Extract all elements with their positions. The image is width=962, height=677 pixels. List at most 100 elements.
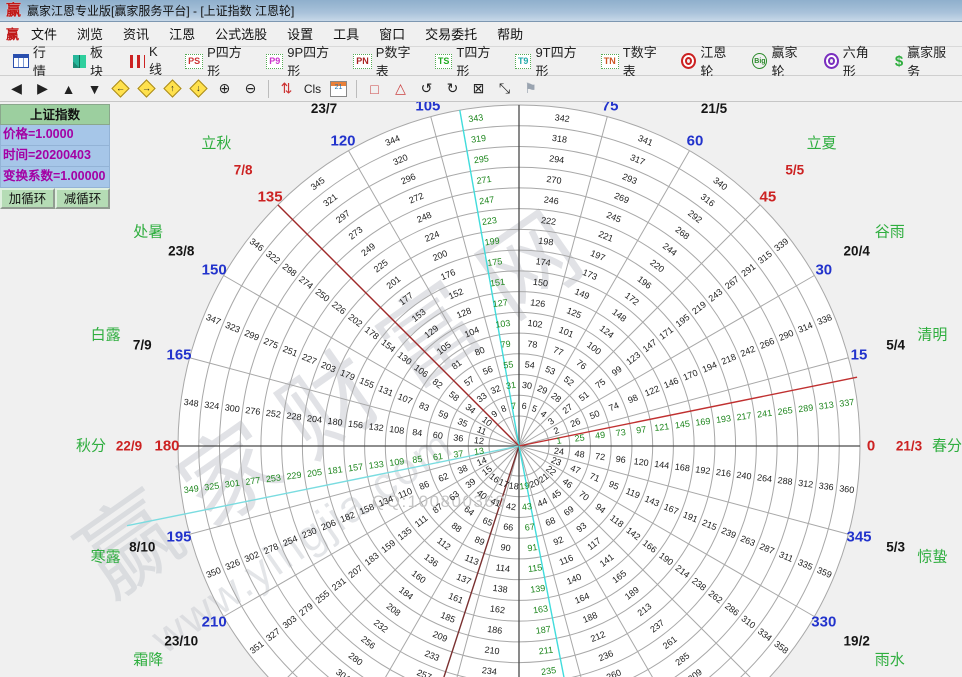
wheel-angle-label-180: 180 [154,438,179,455]
pan-left-button[interactable]: ← [108,78,133,100]
svg-text:360: 360 [839,483,855,495]
gann-wheel-icon [681,53,696,69]
svg-text:79: 79 [500,339,511,350]
square-tool-button[interactable]: □ [362,78,387,100]
svg-text:264: 264 [756,472,772,484]
wheel-angle-label-120: 120 [330,133,355,150]
nav-down-icon: ▼ [88,81,102,97]
svg-text:193: 193 [715,413,731,425]
svg-text:90: 90 [500,542,511,553]
triangle-tool-button[interactable]: △ [388,78,413,100]
fit-view-button[interactable]: ⤡ [492,78,517,100]
calendar-button[interactable]: 21 [326,78,351,100]
svg-text:43: 43 [521,501,532,512]
svg-text:37: 37 [453,448,464,459]
9t-square-label: 9T四方形 [535,42,584,80]
rotate-cw-button[interactable]: ↻ [440,78,465,100]
rotate-ccw-button[interactable]: ↺ [414,78,439,100]
symbol-info-panel: 上证指数 价格=1.0000 时间=20200403 变换系数=1.00000 … [0,104,110,209]
remove-cycle-button[interactable]: 减循环 [55,188,110,209]
time-value: 时间=20200403 [0,146,110,167]
9p-square-label: 9P四方形 [287,42,337,80]
pan-up-button[interactable]: ↑ [160,78,185,100]
updown-arrows-button[interactable]: ⇅ [274,78,299,100]
nav-up-button[interactable]: ▲ [56,78,81,100]
svg-text:265: 265 [777,405,793,417]
wheel-date-label-345: 5/3 [886,539,905,554]
sectors-label: 板块 [90,42,114,80]
pan-left-icon: ← [111,79,129,97]
svg-text:246: 246 [543,194,559,206]
svg-text:133: 133 [368,459,384,471]
p-square-label: P四方形 [207,42,250,80]
zoom-in-button[interactable]: ⊕ [212,78,237,100]
wheel-angle-label-345: 345 [846,529,871,546]
wheel-angle-label-150: 150 [202,262,227,279]
nav-right-button[interactable]: ▶ [30,78,55,100]
svg-text:211: 211 [538,645,554,657]
quotes-label: 行情 [33,42,57,80]
pan-down-button[interactable]: ↓ [186,78,211,100]
wheel-term-label-150: 处暑 [133,224,163,241]
svg-text:138: 138 [492,583,508,595]
svg-text:342: 342 [554,112,570,124]
svg-text:24: 24 [553,446,564,457]
pan-right-icon: → [137,79,155,97]
winner-wheel-label: 赢家轮 [771,42,807,80]
svg-text:228: 228 [286,410,302,422]
svg-text:114: 114 [495,562,511,574]
maximize-button[interactable]: ⊠ [466,78,491,100]
svg-text:253: 253 [265,472,281,484]
updown-arrows-icon: ⇅ [281,80,293,97]
svg-text:349: 349 [183,483,199,495]
wheel-date-label-210: 23/10 [164,634,198,649]
table-icon [13,54,29,68]
wheel-date-label-15: 5/4 [886,338,905,353]
svg-text:55: 55 [503,359,514,370]
zoom-in-icon: ⊕ [219,80,231,97]
wheel-term-label-165: 白露 [91,327,121,344]
window-title: 赢家江恩专业版[赢家服务平台] - [上证指数 江恩轮] [27,2,294,19]
flag-button[interactable]: ⚑ [518,78,543,100]
svg-text:120: 120 [633,456,649,468]
main-toolbar: 行情板块K线PSP四方形P99P四方形PNP数字表TST四方形T99T四方形TN… [0,47,962,76]
svg-text:187: 187 [535,624,551,636]
wheel-term-label-180: 秋分 [76,438,106,455]
triangle-tool-icon: △ [395,80,406,97]
wheel-angle-label-30: 30 [815,262,832,279]
wheel-date-label-45: 5/5 [785,163,804,178]
add-cycle-button[interactable]: 加循环 [0,188,55,209]
toolbar-button-kline[interactable]: K线 [123,41,176,81]
wheel-date-label-120: 23/7 [311,101,337,116]
svg-text:319: 319 [470,133,486,145]
wheel-date-label-195: 8/10 [129,539,155,554]
calendar-icon: 21 [330,81,347,97]
nav-down-button[interactable]: ▼ [82,78,107,100]
wheel-term-label-210: 霜降 [133,652,163,669]
nav-left-button[interactable]: ◀ [4,78,29,100]
svg-text:162: 162 [489,603,505,615]
svg-text:18: 18 [508,480,519,491]
svg-text:270: 270 [546,174,562,186]
svg-text:343: 343 [468,112,484,124]
zoom-out-button[interactable]: ⊖ [238,78,263,100]
cls-button[interactable]: Cls [300,78,325,100]
svg-text:336: 336 [818,481,834,493]
svg-text:229: 229 [286,470,302,482]
wheel-angle-label-165: 165 [166,346,191,363]
svg-text:12: 12 [473,435,484,446]
svg-text:73: 73 [615,427,626,438]
svg-text:163: 163 [532,603,548,615]
svg-text:36: 36 [453,432,464,443]
wheel-angle-label-195: 195 [166,529,191,546]
svg-text:132: 132 [368,421,384,433]
nav-left-icon: ◀ [11,80,22,97]
svg-text:192: 192 [695,464,711,476]
rotate-ccw-icon: ↺ [421,80,433,97]
blocks-icon [73,55,86,68]
p-table-label: P数字表 [376,42,419,80]
wheel-angle-label-210: 210 [202,614,227,631]
pan-right-button[interactable]: → [134,78,159,100]
wheel-date-label-165: 7/9 [133,338,152,353]
svg-text:96: 96 [615,454,626,465]
